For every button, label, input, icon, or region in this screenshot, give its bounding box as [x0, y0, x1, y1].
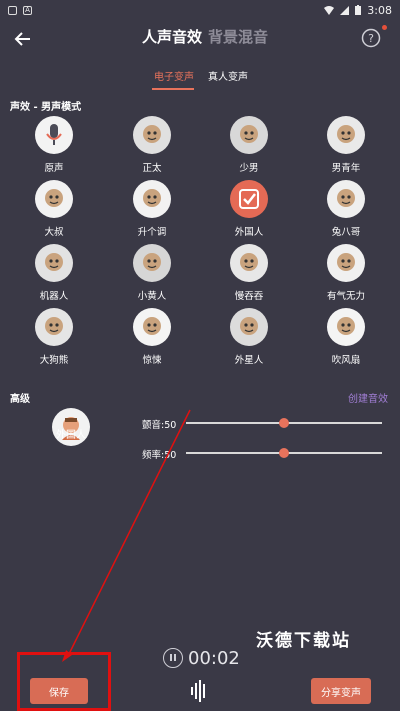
waveform-icon[interactable] — [190, 680, 208, 702]
share-voice-button[interactable]: 分享变声 — [311, 678, 371, 704]
highlight-box — [17, 652, 111, 711]
annotation-arrow — [62, 409, 191, 662]
playback-time: 00:02 — [188, 648, 240, 669]
watermark-text: 沃德下载站 — [256, 631, 351, 651]
pause-icon[interactable] — [163, 648, 183, 668]
